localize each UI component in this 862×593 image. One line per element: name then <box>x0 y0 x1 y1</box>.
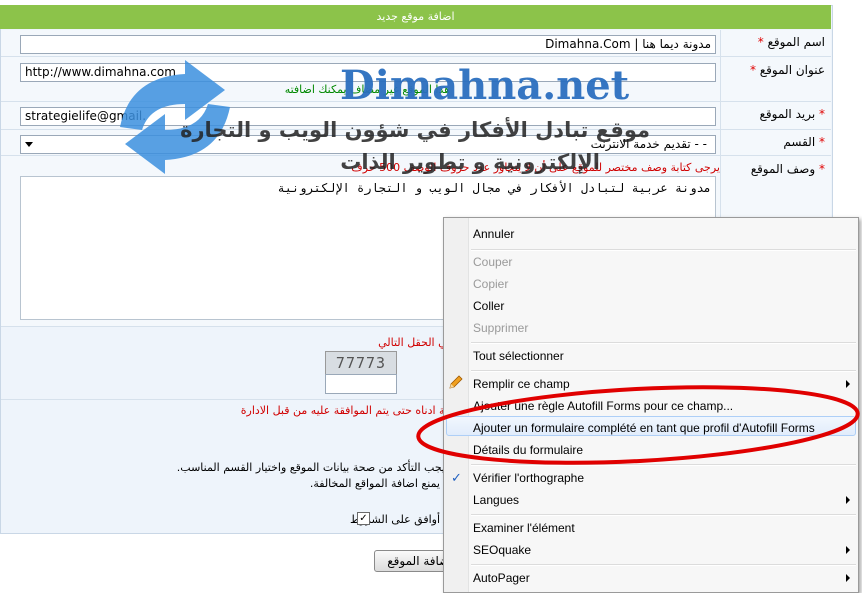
menu-separator <box>471 249 856 251</box>
menu-item-autopager[interactable]: AutoPager <box>473 569 530 587</box>
watermark-line-2: الإلكترونية و تطوير الذات <box>340 150 600 174</box>
category-label: * القسم <box>730 135 825 149</box>
agree-checkbox[interactable]: ✓ <box>357 512 370 525</box>
menu-item-copier[interactable]: Copier <box>473 275 508 293</box>
menu-item-couper[interactable]: Couper <box>473 253 512 271</box>
captcha-input[interactable] <box>325 374 397 394</box>
form-header: اضافة موقع جديد <box>0 5 831 29</box>
menu-separator <box>471 342 856 344</box>
description-label: * وصف الموقع <box>730 162 825 176</box>
checkmark-icon: ✓ <box>451 470 462 485</box>
email-label: * بريد الموقع <box>730 107 826 121</box>
required-star: * <box>757 35 764 49</box>
category-label-text: القسم <box>783 135 816 149</box>
submenu-arrow-icon <box>846 574 850 582</box>
terms-line-1: يجب التأكد من صحة بيانات الموقع واختيار … <box>176 461 445 474</box>
captcha-image: 77773 <box>325 351 397 375</box>
menu-item-examiner-element[interactable]: Examiner l'élément <box>473 519 575 537</box>
required-star: * <box>749 63 756 77</box>
menu-item-seoquake[interactable]: SEOquake <box>473 541 531 559</box>
menu-item-langues[interactable]: Langues <box>473 491 519 509</box>
required-star: * <box>819 135 825 149</box>
red-ellipse-annotation <box>410 380 862 470</box>
required-star: * <box>819 162 825 176</box>
site-name-label-text: اسم الموقع <box>767 35 825 49</box>
menu-separator <box>471 370 856 372</box>
description-label-text: وصف الموقع <box>750 162 816 176</box>
submenu-arrow-icon <box>846 496 850 504</box>
terms-line-2: يمنع اضافة المواقع المخالفة. <box>309 477 440 490</box>
email-label-text: بريد الموقع <box>759 107 816 121</box>
menu-separator <box>471 564 856 566</box>
menu-item-verifier-orthographe[interactable]: Vérifier l'orthographe <box>473 469 584 487</box>
watermark-line-1: موقع تبادل الأفكار في شؤون الويب و التجا… <box>180 118 650 142</box>
agree-label: أوافق على الشروط <box>350 513 440 526</box>
menu-item-tout-selectionner[interactable]: Tout sélectionner <box>473 347 564 365</box>
chevron-down-icon[interactable] <box>25 142 33 147</box>
site-name-label: اسم الموقع * <box>730 35 825 49</box>
site-url-label: عنوان الموقع * <box>730 63 825 77</box>
submenu-arrow-icon <box>846 546 850 554</box>
watermark-title: Dimahna.net <box>340 62 630 109</box>
menu-item-annuler[interactable]: Annuler <box>473 225 514 243</box>
menu-item-coller[interactable]: Coller <box>473 297 504 315</box>
refresh-arrows-icon <box>100 52 250 182</box>
menu-item-supprimer[interactable]: Supprimer <box>473 319 528 337</box>
menu-separator <box>471 514 856 516</box>
required-star: * <box>819 107 825 121</box>
site-url-label-text: عنوان الموقع <box>759 63 825 77</box>
